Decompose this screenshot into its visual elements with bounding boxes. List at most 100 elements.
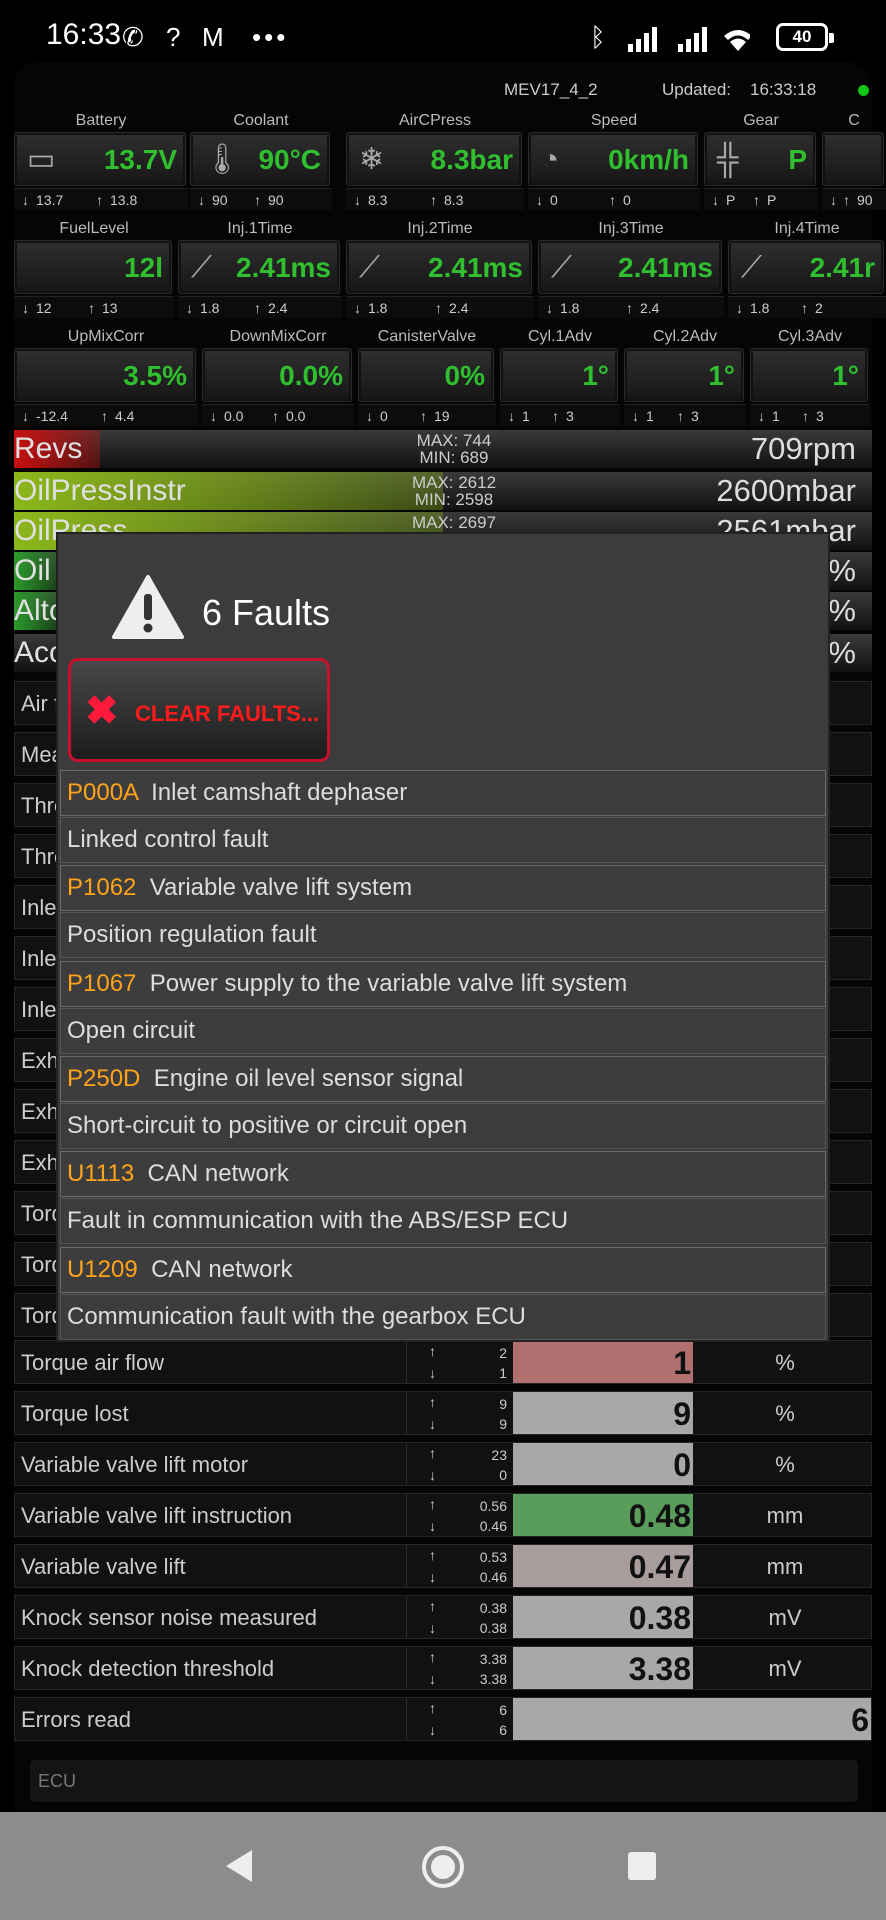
table-row: Torque lost ↑ ↓ 9 9 9%: [14, 1391, 872, 1435]
fault-title: Inlet camshaft dephaser: [151, 779, 408, 806]
clear-faults-button[interactable]: ✖ CLEAR FAULTS...: [68, 658, 330, 762]
row-label: Exh: [21, 1150, 59, 1175]
gauge-minmax: ↓ 90 ↑ 90: [190, 188, 332, 210]
up-arrow-icon: ↑: [435, 300, 442, 316]
fault-detail: Position regulation fault: [60, 912, 826, 959]
up-arrow-icon: ↑: [254, 300, 261, 316]
signal-icon: [628, 27, 750, 52]
down-arrow-icon: ↓: [429, 1518, 436, 1534]
bar-name: OilPressInstr: [14, 474, 186, 507]
row-label: Exh: [21, 1099, 59, 1124]
gauge-label: Coolant: [233, 112, 289, 129]
home-icon[interactable]: [420, 1844, 466, 1890]
gauge-value: 1°: [582, 360, 609, 391]
row-label: Variable valve lift instruction: [15, 1494, 407, 1536]
fault-detail: Open circuit: [60, 1007, 826, 1054]
up-arrow-icon: ↑: [429, 1394, 436, 1410]
gauge-box: ⟋ 2.41ms: [346, 240, 532, 294]
up-arrow-icon: ↑: [430, 192, 437, 208]
fault-title: CAN network: [147, 1160, 289, 1188]
gauge-minmax: ↓ 13.7 ↑ 13.8: [14, 188, 188, 210]
gauge-minmax: ↓ 0 ↑ 0: [528, 188, 700, 210]
updated-time: 16:33:18: [750, 80, 817, 99]
gauge-min: 0: [380, 408, 388, 424]
snowflake-icon: ❄: [359, 143, 385, 176]
bar-row: OilPressInstr MAX: 2612 MIN: 2598 2600mbar: [14, 472, 872, 510]
gauge-min: 0.0: [224, 408, 244, 424]
gauge-minmax: ↓ -12.4 ↑ 4.4: [14, 404, 198, 426]
up-arrow-icon: ↑: [101, 408, 108, 424]
row-label: Inlet: [21, 997, 63, 1022]
fault-code-row[interactable]: P1062 Variable valve lift system: [60, 865, 826, 912]
gauge-label: DownMixCorr: [229, 328, 327, 345]
row-label: Inlet: [21, 895, 63, 920]
gauge-max: 90: [268, 192, 284, 208]
up-arrow-icon: ↑: [609, 192, 616, 208]
dialog-title: 6 Faults: [202, 592, 331, 633]
down-arrow-icon: ↓: [508, 408, 515, 424]
down-arrow-icon: ↓: [429, 1365, 436, 1381]
row-max: 9: [499, 1396, 507, 1412]
recents-icon[interactable]: [628, 1852, 656, 1880]
gauge-minmax: ↓ 0 ↑ 19: [358, 404, 496, 426]
gauge-label: Inj.2Time: [407, 220, 473, 237]
table-row: Variable valve lift ↑ ↓ 0.53 0.46 0.47 mm: [14, 1544, 872, 1588]
gauge-box: 0%: [358, 348, 494, 402]
row-label: Torq: [21, 1201, 64, 1226]
down-arrow-icon: ↓: [198, 192, 205, 208]
row-max: 3.38: [479, 1651, 507, 1667]
gearshift-icon: ╬: [717, 143, 739, 176]
row-value: 1: [513, 1341, 693, 1383]
row-min: 3.38: [479, 1671, 507, 1687]
up-arrow-icon: ↑: [429, 1700, 436, 1716]
up-arrow-icon: ↑: [88, 300, 95, 316]
fault-code-row[interactable]: P250D Engine oil level sensor signal: [60, 1055, 826, 1102]
down-arrow-icon: ↓: [429, 1569, 436, 1585]
fault-code-row[interactable]: U1113 CAN network: [60, 1151, 826, 1198]
gauge-minmax: ↓ 8.3 ↑ 8.3: [346, 188, 524, 210]
row-max: 0.38: [479, 1600, 507, 1616]
back-icon[interactable]: [222, 1848, 254, 1884]
fault-code: P250D: [67, 1064, 141, 1092]
gauge-label: Inj.1Time: [227, 220, 293, 237]
table-row: Knock sensor noise measured ↑ ↓ 0.38 0.38 0.3…: [14, 1595, 872, 1639]
up-arrow-icon: ↑: [552, 408, 559, 424]
down-arrow-icon: ↓: [22, 300, 29, 316]
gauge-minmax: ↓ 1 ↑ 3: [750, 404, 870, 426]
bar-row: Revs MAX: 744 MIN: 689 709rpm: [14, 430, 872, 468]
row-unit: %: [775, 1401, 795, 1426]
gauge-minmax: ↓ 12 ↑ 13: [14, 296, 174, 318]
fault-title: CAN network: [151, 1255, 293, 1283]
fault-code-row[interactable]: P1067 Power supply to the variable valve…: [60, 960, 826, 1007]
fault-code-row[interactable]: U1209 CAN network: [60, 1246, 826, 1293]
speedometer-icon: ◔: [541, 143, 560, 176]
up-arrow-icon: ↑: [429, 1649, 436, 1665]
bar-min: MIN: 2598: [414, 490, 494, 509]
row-label: Knock sensor noise measured: [15, 1596, 407, 1638]
gauge-max: 2.4: [268, 300, 288, 316]
fault-detail: Communication fault with the gearbox ECU: [60, 1293, 826, 1340]
gauge-box: ⟋ 2.41r: [728, 240, 884, 294]
row-unit: mV: [768, 1605, 802, 1630]
gauge-label: C: [848, 112, 860, 129]
gauge-min: 12: [36, 300, 52, 316]
connection-indicator: [858, 85, 869, 96]
gauge-max: 0: [623, 192, 631, 208]
gauge-label: Battery: [75, 112, 127, 129]
row-value: 0.38: [513, 1596, 693, 1638]
gauge-max: 8.3: [444, 192, 464, 208]
fault-code: U1209: [67, 1255, 138, 1283]
gauge-value: 3.5%: [123, 360, 187, 391]
bar-min: MIN: 689: [419, 448, 489, 467]
gauge-label: AirCPress: [398, 112, 471, 129]
row-label: Air f: [21, 691, 61, 716]
gauge-min: 1.8: [750, 300, 770, 316]
fault-code-row[interactable]: P000A Inlet camshaft dephaser: [60, 770, 826, 816]
gauge-min: 1: [772, 408, 780, 424]
gauge-value: 2.41r: [809, 252, 875, 283]
gauge-label: Inj.3Time: [598, 220, 664, 237]
ecu-field[interactable]: ECU: [30, 1760, 858, 1802]
app-screen: 16:33 ✆ ? M ••• ᛒ 40 MEV17_4_2 Updated: …: [0, 0, 886, 1920]
down-arrow-icon: ↓: [22, 192, 29, 208]
gauge-min: -12.4: [36, 408, 68, 424]
